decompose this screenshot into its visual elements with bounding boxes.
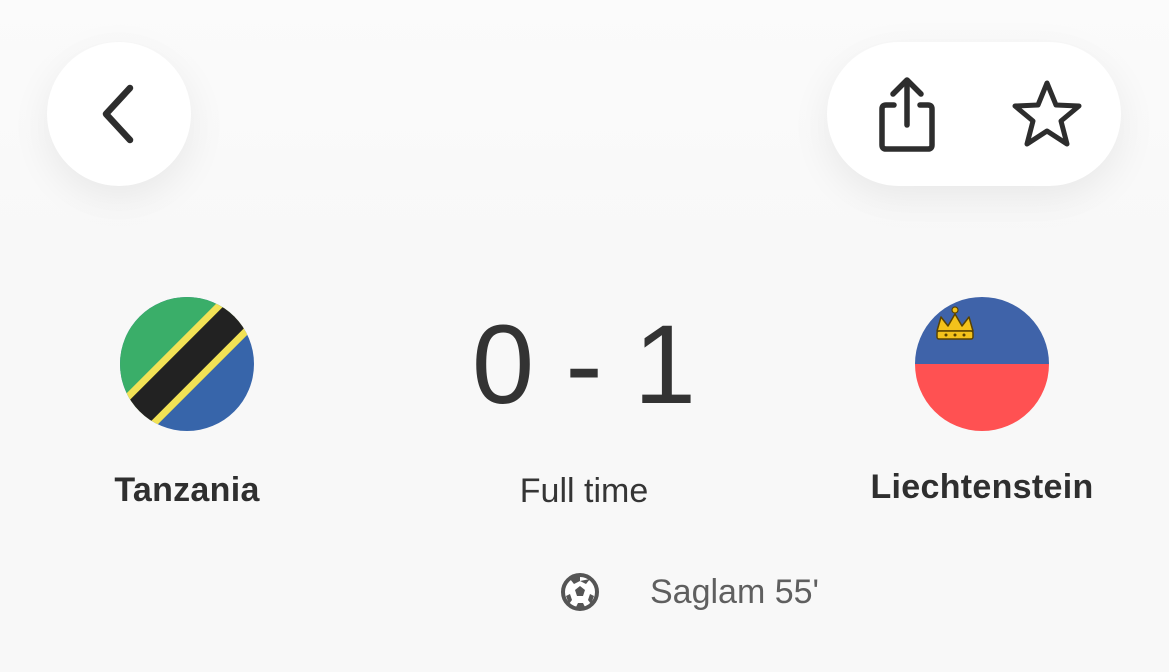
home-score: 0: [471, 302, 535, 427]
away-score: 1: [633, 302, 697, 427]
match-status: Full time: [519, 472, 649, 510]
scoreline: 0 - 1: [384, 300, 784, 430]
share-button[interactable]: [867, 70, 947, 158]
liechtenstein-flag-icon: [915, 297, 1049, 431]
goal-event: Saglam 55': [560, 570, 819, 614]
star-icon: [1012, 80, 1082, 147]
home-team-name: Tanzania: [114, 471, 260, 509]
score-separator: -: [565, 302, 603, 427]
chevron-left-icon: [102, 84, 134, 144]
back-button[interactable]: [47, 42, 191, 186]
goal-scorer: Saglam 55': [650, 572, 820, 611]
away-team-name: Liechtenstein: [870, 468, 1094, 506]
header-actions: [827, 42, 1121, 186]
soccer-ball-icon: [560, 572, 600, 612]
favorite-button[interactable]: [1005, 72, 1089, 156]
home-team[interactable]: Tanzania: [37, 297, 337, 510]
away-team[interactable]: Liechtenstein: [832, 297, 1132, 507]
share-icon: [879, 77, 935, 152]
tanzania-flag-icon: [120, 297, 254, 431]
